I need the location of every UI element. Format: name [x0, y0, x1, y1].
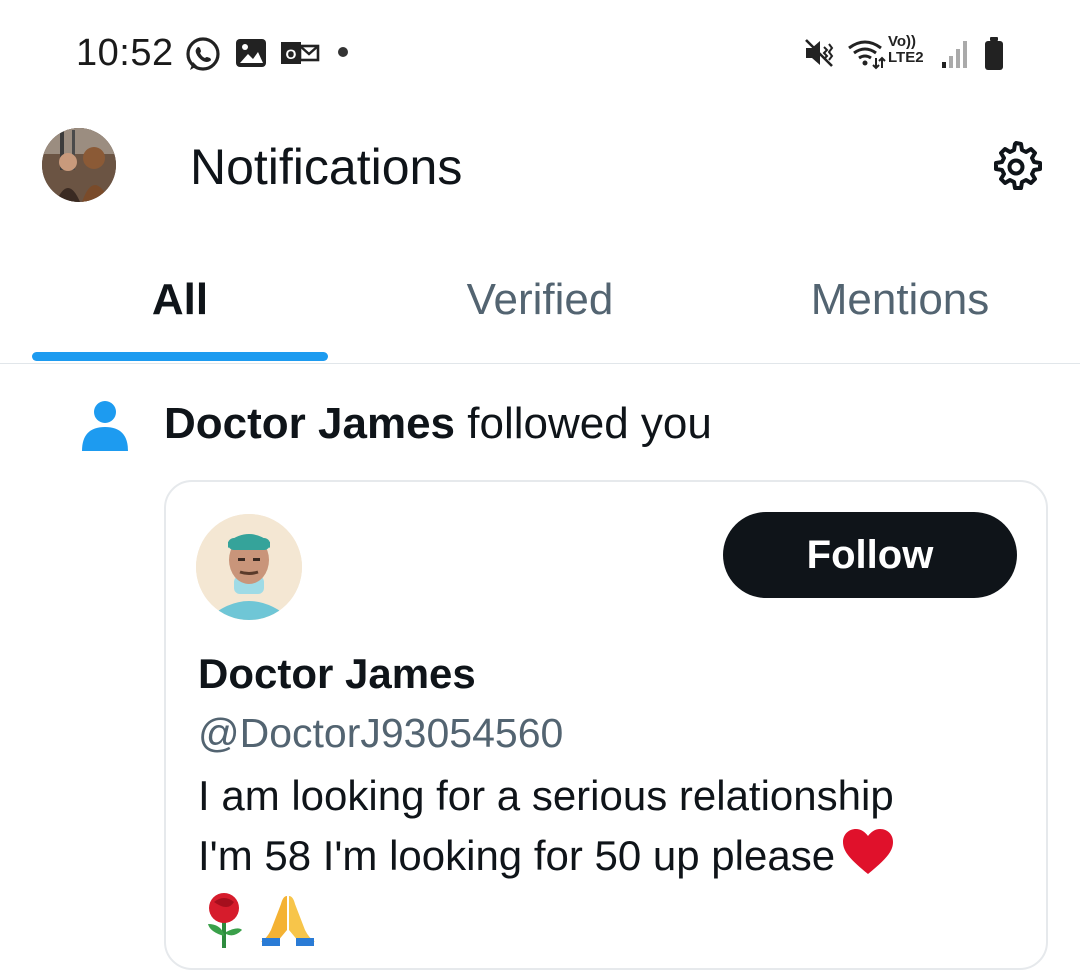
notification-item[interactable]: Doctor James followed you Follow Doctor … [0, 365, 1080, 970]
notification-dot [338, 47, 348, 57]
status-time: 10:52 [76, 32, 174, 74]
user-display-name[interactable]: Doctor James [198, 650, 476, 698]
bio-emoji-row [202, 892, 316, 950]
user-avatar[interactable] [196, 514, 302, 620]
tab-bar: All Verified Mentions [0, 250, 1080, 364]
person-icon [82, 401, 128, 451]
page-title: Notifications [190, 139, 463, 195]
user-bio-line-2: I'm 58 I'm looking for 50 up please [198, 826, 1018, 886]
tab-verified[interactable]: Verified [360, 250, 720, 350]
folded-hands-emoji-icon [261, 896, 316, 946]
svg-text:O: O [286, 46, 297, 62]
mute-icon [805, 39, 834, 67]
active-tab-indicator [32, 352, 328, 361]
outlook-icon: O [281, 42, 320, 64]
gallery-icon [236, 39, 266, 67]
notification-actor[interactable]: Doctor James [164, 399, 455, 448]
user-handle: @DoctorJ93054560 [198, 710, 564, 756]
user-bio-line-2-text: I'm 58 I'm looking for 50 up please [198, 832, 836, 879]
rose-emoji-icon [208, 893, 242, 948]
battery-icon [985, 37, 1003, 70]
profile-photo [42, 128, 116, 202]
red-heart-emoji-icon [843, 829, 894, 874]
tab-all[interactable]: All [0, 250, 360, 350]
user-bio: I am looking for a serious relationship … [198, 766, 1018, 886]
tab-mentions[interactable]: Mentions [720, 250, 1080, 350]
gear-icon[interactable] [987, 138, 1045, 196]
network-type-label: Vo)) LTE2 [888, 33, 924, 66]
signal-icon [942, 41, 967, 68]
follow-button[interactable]: Follow [723, 512, 1017, 598]
wifi-icon [848, 40, 886, 70]
user-bio-line-1: I am looking for a serious relationship [198, 772, 894, 819]
status-bar: 10:52 O Vo)) LTE2 [0, 0, 1080, 110]
user-card[interactable]: Follow Doctor James @DoctorJ93054560 I a… [164, 480, 1048, 970]
profile-avatar[interactable] [42, 128, 116, 202]
notification-action: followed you [467, 399, 712, 448]
whatsapp-icon [186, 37, 220, 71]
user-photo [196, 514, 302, 620]
top-app-bar: Notifications [0, 110, 1080, 230]
notification-text: Doctor James followed you [164, 399, 712, 449]
